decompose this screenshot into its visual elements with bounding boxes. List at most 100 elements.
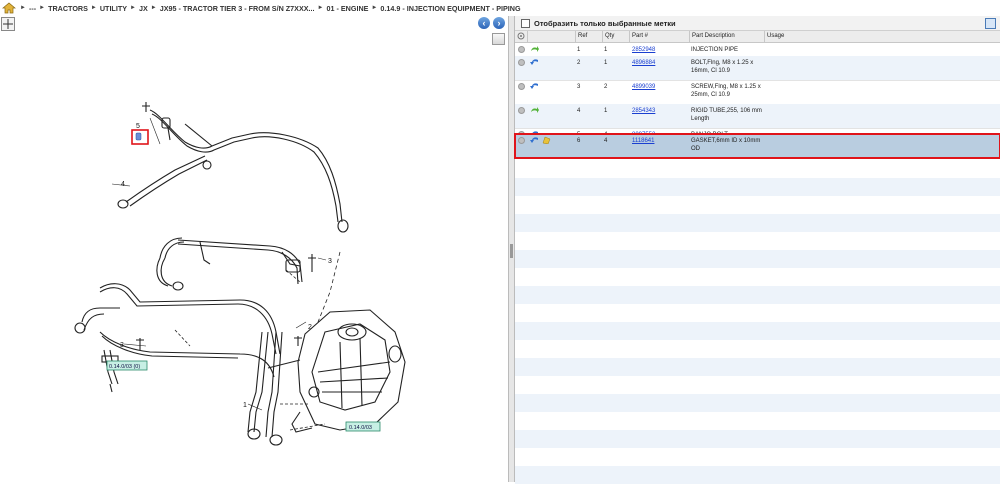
- cell-description: BOLT,Flng, M8 x 1.25 x 16mm, Cl 10.9: [691, 59, 753, 75]
- home-icon[interactable]: [2, 2, 16, 14]
- ref-label: 1: [243, 402, 247, 409]
- empty-row: [515, 412, 1000, 430]
- crumb-separator: ►: [20, 5, 26, 11]
- crosshair-icon[interactable]: [1, 17, 15, 31]
- expand-row-icon[interactable]: [518, 83, 525, 90]
- column-header-part-number[interactable]: Part #: [629, 31, 689, 42]
- previous-page-button[interactable]: ‹: [478, 17, 490, 29]
- empty-row: [515, 376, 1000, 394]
- part-number-link[interactable]: 4896884: [632, 60, 655, 66]
- breadcrumb-item-jx[interactable]: JX: [139, 4, 148, 13]
- empty-row: [515, 160, 1000, 178]
- cell-description: INJECTION PIPE: [691, 47, 739, 53]
- cell-ref: 1: [577, 47, 581, 53]
- part-number-link[interactable]: 2852948: [632, 47, 655, 53]
- parts-table-header: Ref Qty Part # Part Description Usage: [515, 31, 1000, 43]
- breadcrumb-item-utility[interactable]: UTILITY: [100, 4, 127, 13]
- breadcrumb-item-model[interactable]: JX95 - TRACTOR TIER 3 - FROM S/N Z7XXX..…: [160, 4, 315, 13]
- green-arrow-icon[interactable]: [530, 106, 539, 114]
- cell-ref: 3: [577, 84, 581, 90]
- part-number-link[interactable]: 2854343: [632, 108, 655, 114]
- breadcrumb-item-tractors[interactable]: TRACTORS: [48, 4, 88, 13]
- blue-arrow-icon[interactable]: [530, 58, 539, 66]
- blue-arrow-icon[interactable]: [530, 136, 539, 144]
- empty-row: [515, 448, 1000, 466]
- cell-ref: 6: [577, 138, 581, 144]
- crumb-separator: ►: [317, 5, 324, 11]
- splitter-grip-icon[interactable]: [510, 244, 513, 258]
- panel-options-icon[interactable]: [985, 18, 996, 29]
- empty-row: [515, 340, 1000, 358]
- empty-row: [515, 196, 1000, 214]
- parts-table-row[interactable]: 1 1 2852948 INJECTION PIPE: [515, 43, 1000, 57]
- empty-row: [515, 178, 1000, 196]
- column-icons: [527, 31, 575, 42]
- note-icon[interactable]: [542, 136, 551, 144]
- cell-ref: 4: [577, 108, 581, 114]
- description-line: 25mm, Cl 10.9: [691, 92, 731, 98]
- crumb-separator: ►: [39, 5, 46, 11]
- description-line: RIGID TUBE,255, 106 mm: [691, 108, 762, 114]
- empty-row: [515, 322, 1000, 340]
- ref-label: 3: [120, 342, 124, 349]
- parts-panel: Отобразить только выбранные метки Ref Qt…: [514, 16, 1000, 484]
- green-arrow-icon[interactable]: [530, 45, 539, 53]
- cell-description: RIGID TUBE,255, 106 mm Length: [691, 107, 762, 123]
- empty-row: [515, 304, 1000, 322]
- breadcrumb-item-root[interactable]: ---: [29, 4, 36, 13]
- description-line: Length: [691, 116, 710, 122]
- settings-icon[interactable]: [515, 31, 527, 42]
- cell-qty: 2: [604, 84, 608, 90]
- parts-table-row-selected[interactable]: 6 4 1118641 GASKET,6mm ID x 10mm OD: [514, 133, 1000, 159]
- next-page-button[interactable]: ›: [493, 17, 505, 29]
- column-header-qty[interactable]: Qty: [602, 31, 629, 42]
- description-line: 16mm, Cl 10.9: [691, 68, 731, 74]
- expand-row-icon[interactable]: [518, 59, 525, 66]
- empty-row: [515, 430, 1000, 448]
- parts-table-row[interactable]: 3 2 4899039 SCREW,Flng, M8 x 1.25 x 25mm…: [515, 80, 1000, 105]
- cell-qty: 4: [604, 138, 608, 144]
- diagram-toolbar: ‹ ›: [0, 16, 508, 32]
- cell-qty: 1: [604, 60, 608, 66]
- cell-description: SCREW,Flng, M8 x 1.25 x 25mm, Cl 10.9: [691, 83, 761, 99]
- exploded-parts-diagram[interactable]: 5 4 3 3 2 1 0.14.0/03 (0) 0.14.0/03: [0, 32, 508, 482]
- empty-row: [515, 286, 1000, 304]
- part-number-link[interactable]: 1118641: [632, 138, 654, 144]
- empty-row: [515, 232, 1000, 250]
- breadcrumb-item-engine[interactable]: 01 - ENGINE: [327, 4, 369, 13]
- cell-qty: 1: [604, 47, 608, 53]
- parts-table-row[interactable]: 2 1 4896884 BOLT,Flng, M8 x 1.25 x 16mm,…: [515, 56, 1000, 81]
- breadcrumb: ► --- ► TRACTORS ► UTILITY ► JX ► JX95 -…: [0, 0, 1000, 17]
- cell-qty: 1: [604, 108, 608, 114]
- description-line: SCREW,Flng, M8 x 1.25 x: [691, 84, 761, 90]
- crumb-separator: ►: [130, 5, 136, 11]
- expand-row-icon[interactable]: [518, 46, 525, 53]
- description-line: GASKET,6mm ID x 10mm: [691, 138, 761, 144]
- column-header-description[interactable]: Part Description: [689, 31, 764, 42]
- diagram-ref-tag-text: 0.14.0/03: [349, 425, 372, 431]
- parts-table-row[interactable]: 4 1 2854343 RIGID TUBE,255, 106 mm Lengt…: [515, 104, 1000, 129]
- empty-row: [515, 394, 1000, 412]
- empty-row: [515, 358, 1000, 376]
- column-header-usage[interactable]: Usage: [764, 31, 1000, 42]
- expand-row-icon[interactable]: [518, 107, 525, 114]
- ref-label: 2: [308, 324, 312, 331]
- part-number-link[interactable]: 4899039: [632, 84, 655, 90]
- ref-label: 3: [328, 258, 332, 265]
- column-header-ref[interactable]: Ref: [575, 31, 602, 42]
- diagram-panel: ‹ › 5 4 3 3 2 1 0.14.0/03 (0) 0.14.0/03: [0, 16, 508, 482]
- empty-row: [515, 214, 1000, 232]
- crumb-separator: ►: [90, 5, 97, 11]
- crumb-separator: ►: [150, 5, 157, 11]
- empty-row: [515, 466, 1000, 484]
- description-line: OD: [691, 146, 700, 152]
- diagram-ref-tag-text: 0.14.0/03 (0): [109, 364, 140, 370]
- breadcrumb-item-section[interactable]: 0.14.9 - INJECTION EQUIPMENT - PIPING: [380, 4, 520, 13]
- ref-label: 4: [121, 181, 125, 188]
- panel-splitter[interactable]: [508, 16, 515, 482]
- blue-arrow-icon[interactable]: [530, 82, 539, 90]
- show-selected-only-checkbox[interactable]: [521, 18, 530, 28]
- expand-row-icon[interactable]: [518, 137, 525, 144]
- description-line: BOLT,Flng, M8 x 1.25 x: [691, 60, 754, 66]
- empty-row: [515, 250, 1000, 268]
